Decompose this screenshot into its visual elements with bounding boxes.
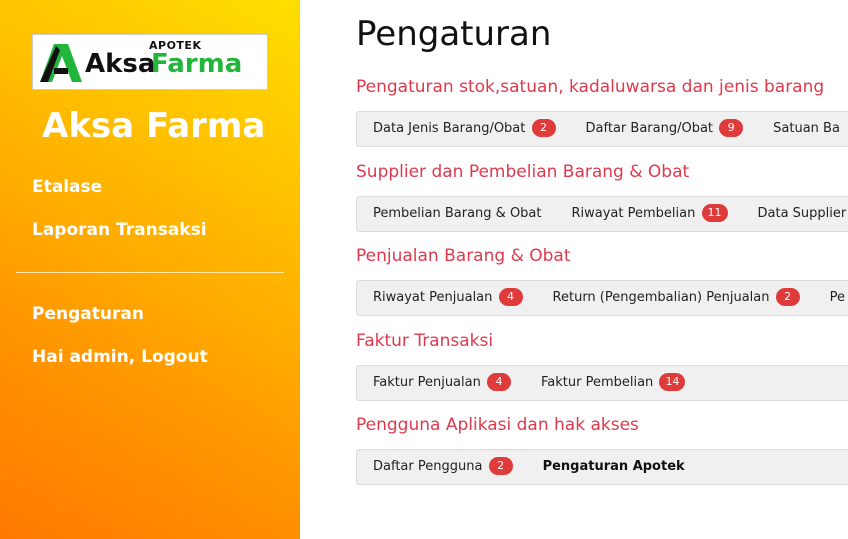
main-content: Pengaturan Pengaturan stok,satuan, kadal… (356, 0, 848, 539)
page-title: Pengaturan (356, 14, 552, 54)
count-badge: 4 (486, 372, 511, 391)
link-daftar-pengguna[interactable]: Daftar Pengguna 2 (373, 450, 513, 484)
count-badge: 4 (498, 287, 523, 306)
link-label: Data Jenis Barang/Obat (373, 121, 526, 136)
section-title-penjualan: Penjualan Barang & Obat (356, 246, 571, 266)
logo-aksa-text: Aksa (85, 49, 156, 79)
section-links-pengguna: Daftar Pengguna 2 Pengaturan Apotek (356, 449, 848, 485)
nav-laporan-transaksi[interactable]: Laporan Transaksi (32, 220, 207, 240)
nav-etalase[interactable]: Etalase (32, 177, 102, 197)
link-pengaturan-apotek[interactable]: Pengaturan Apotek (543, 450, 685, 484)
nav-pengaturan[interactable]: Pengaturan (32, 304, 144, 324)
link-daftar-barang[interactable]: Daftar Barang/Obat 9 (586, 112, 744, 146)
link-label: Faktur Pembelian (540, 375, 654, 390)
count-badge: 2 (488, 456, 513, 475)
section-title-pengguna: Pengguna Aplikasi dan hak akses (356, 415, 639, 435)
brand-name: Aksa Farma (42, 106, 266, 146)
link-label: Riwayat Penjualan (373, 290, 493, 305)
sidebar: APOTEK Aksa Farma Aksa Farma Etalase Lap… (0, 0, 300, 539)
link-label: Pe (829, 290, 846, 305)
count-badge: 11 (701, 203, 728, 222)
link-satuan-barang[interactable]: Satuan Ba (773, 112, 840, 146)
link-label: Daftar Pengguna (373, 459, 483, 474)
section-links-stok: Data Jenis Barang/Obat 2 Daftar Barang/Ob… (356, 111, 848, 147)
link-data-jenis-barang[interactable]: Data Jenis Barang/Obat 2 (373, 112, 556, 146)
link-label: Faktur Penjualan (373, 375, 481, 390)
link-label: Daftar Barang/Obat (585, 121, 714, 136)
link-label: Riwayat Pembelian (571, 206, 696, 221)
count-badge: 14 (659, 372, 686, 391)
link-label: Satuan Ba (773, 121, 840, 136)
link-faktur-penjualan[interactable]: Faktur Penjualan 4 (373, 366, 511, 400)
nav-logout[interactable]: Hai admin, Logout (32, 347, 208, 367)
sidebar-divider (16, 272, 284, 273)
link-label: Pembelian Barang & Obat (373, 206, 542, 221)
link-label: Return (Pengembalian) Penjualan (552, 290, 770, 305)
section-title-supplier: Supplier dan Pembelian Barang & Obat (356, 162, 690, 182)
link-return-penjualan[interactable]: Return (Pengembalian) Penjualan 2 (553, 281, 800, 315)
aksa-logo-mark-icon (40, 44, 82, 82)
section-links-supplier: Pembelian Barang & Obat Riwayat Pembelian… (356, 196, 848, 232)
count-badge: 2 (531, 118, 556, 137)
section-title-stok: Pengaturan stok,satuan, kadaluwarsa dan … (356, 77, 825, 97)
link-riwayat-pembelian[interactable]: Riwayat Pembelian 11 (572, 197, 728, 231)
count-badge: 9 (719, 118, 744, 137)
link-riwayat-penjualan[interactable]: Riwayat Penjualan 4 (373, 281, 523, 315)
section-title-faktur: Faktur Transaksi (356, 331, 494, 351)
section-links-faktur: Faktur Penjualan 4 Faktur Pembelian 14 (356, 365, 848, 401)
section-links-penjualan: Riwayat Penjualan 4 Return (Pengembalian)… (356, 280, 848, 316)
logo-farma-text: Farma (151, 49, 243, 79)
apotek-logo[interactable]: APOTEK Aksa Farma (32, 34, 268, 90)
link-data-supplier[interactable]: Data Supplier (758, 197, 847, 231)
link-penjualan-more[interactable]: Pe (830, 281, 845, 315)
link-pembelian-barang[interactable]: Pembelian Barang & Obat (373, 197, 542, 231)
count-badge: 2 (775, 287, 800, 306)
link-label: Data Supplier (757, 206, 847, 221)
link-label: Pengaturan Apotek (542, 459, 685, 474)
link-faktur-pembelian[interactable]: Faktur Pembelian 14 (540, 366, 686, 400)
